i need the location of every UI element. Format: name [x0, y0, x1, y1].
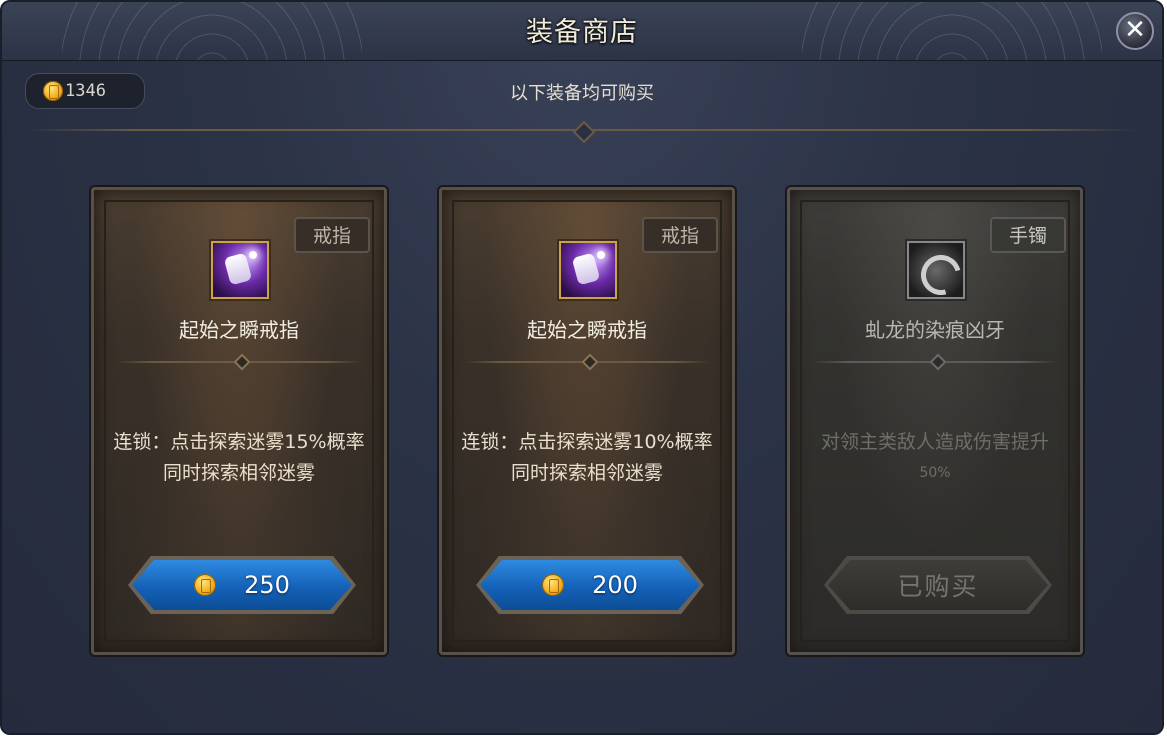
- buy-button[interactable]: 200: [476, 556, 704, 614]
- item-description: 连锁：点击探索迷雾10%概率 同时探索相邻迷雾: [461, 431, 713, 484]
- item-name: 虬龙的染痕凶牙: [865, 318, 1005, 342]
- gold-coin-icon: [194, 574, 217, 596]
- title-bar: 装备商店 ✕: [2, 2, 1162, 61]
- purchased-button: 已购买: [824, 556, 1052, 614]
- purple-ring-icon[interactable]: [559, 241, 617, 299]
- item-name: 起始之瞬戒指: [527, 318, 647, 342]
- item-category-tag: 戒指: [294, 217, 370, 253]
- purchased-label: 已购买: [897, 572, 979, 601]
- buy-button[interactable]: 250: [128, 556, 356, 614]
- shop-subtitle: 以下装备均可购买: [510, 83, 654, 104]
- divider-ornament: [572, 120, 596, 144]
- window-title: 装备商店: [526, 17, 638, 48]
- shop-item-card: 戒指 起始之瞬戒指 连锁：点击探索迷雾15%概率 同时探索相邻迷雾 250: [91, 187, 387, 655]
- item-category-tag: 手镯: [990, 217, 1066, 253]
- item-description: 对领主类敌人造成伤害提升 50%: [820, 431, 1049, 481]
- purple-ring-icon[interactable]: [211, 241, 269, 299]
- item-price: 200: [592, 571, 638, 599]
- shop-window: 装备商店 ✕ 1346 以下装备均可购买 戒指 起始之瞬戒指 连锁：点击探索迷雾…: [0, 0, 1164, 735]
- shop-item-card: 戒指 起始之瞬戒指 连锁：点击探索迷雾10%概率 同时探索相邻迷雾 200: [439, 187, 735, 655]
- item-description: 连锁：点击探索迷雾15%概率 同时探索相邻迷雾: [113, 431, 365, 484]
- item-category-tag: 戒指: [642, 217, 718, 253]
- item-name: 起始之瞬戒指: [179, 318, 299, 342]
- close-button[interactable]: ✕: [1116, 12, 1154, 50]
- item-price: 250: [244, 571, 290, 599]
- gold-coin-icon: [542, 574, 565, 596]
- shop-item-card-sold: 手镯 虬龙的染痕凶牙 对领主类敌人造成伤害提升 50% 已购买: [787, 187, 1083, 655]
- fang-bracelet-icon[interactable]: [907, 241, 965, 299]
